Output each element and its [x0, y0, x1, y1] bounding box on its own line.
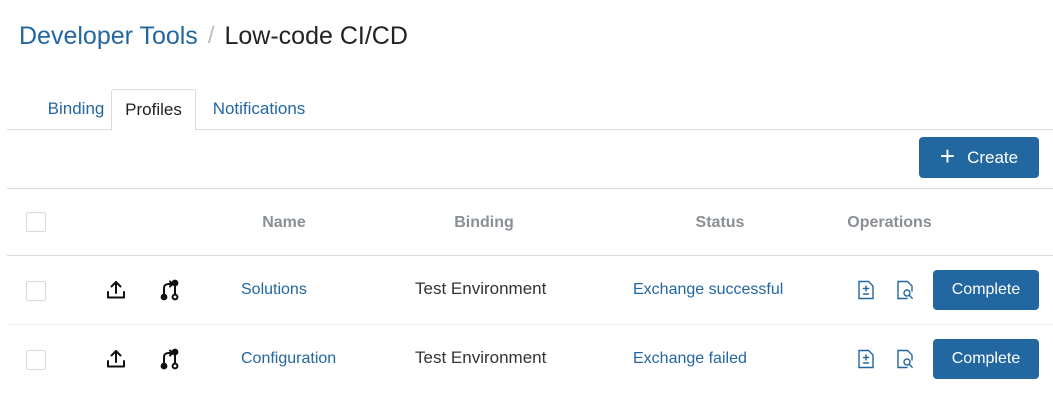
binding-value: Test Environment	[415, 279, 547, 298]
document-search-icon[interactable]	[894, 279, 916, 301]
column-header-status[interactable]: Status	[670, 189, 770, 256]
profile-name-link[interactable]: Solutions	[241, 256, 307, 324]
plus-icon: +	[939, 141, 956, 171]
table-row: Configuration Test Environment Exchange …	[7, 324, 1053, 392]
profile-name-link[interactable]: Configuration	[241, 325, 336, 393]
select-all-checkbox[interactable]	[26, 212, 46, 232]
breadcrumb-parent-link[interactable]: Developer Tools	[19, 22, 198, 51]
tab-notifications[interactable]: Notifications	[196, 89, 322, 130]
document-diff-icon[interactable]	[855, 279, 877, 301]
git-branch-icon[interactable]	[158, 278, 182, 302]
tab-profiles[interactable]: Profiles	[111, 89, 196, 131]
profiles-table: Name Binding Status Operations Solutions…	[7, 188, 1053, 392]
document-diff-icon[interactable]	[855, 348, 877, 370]
git-branch-icon[interactable]	[158, 347, 182, 371]
create-button[interactable]: + Create	[919, 137, 1039, 178]
row-checkbox[interactable]	[26, 281, 46, 301]
breadcrumb: Developer Tools / Low-code CI/CD	[19, 19, 408, 53]
table-row: Solutions Test Environment Exchange succ…	[7, 256, 1053, 324]
binding-value: Test Environment	[415, 348, 547, 367]
complete-button[interactable]: Complete	[933, 339, 1039, 379]
document-search-icon[interactable]	[894, 348, 916, 370]
column-header-operations: Operations	[847, 214, 932, 231]
status-value: Exchange successful	[633, 281, 784, 298]
page-title: Low-code CI/CD	[224, 21, 408, 50]
status-value: Exchange failed	[633, 350, 747, 367]
column-header-name[interactable]: Name	[234, 189, 334, 256]
complete-button[interactable]: Complete	[933, 270, 1039, 310]
upload-icon[interactable]	[104, 278, 128, 302]
column-header-binding[interactable]: Binding	[434, 189, 534, 256]
create-button-label: Create	[967, 147, 1019, 167]
table-header: Name Binding Status Operations	[7, 188, 1053, 256]
breadcrumb-separator: /	[207, 22, 215, 49]
upload-icon[interactable]	[104, 347, 128, 371]
tab-bar: Binding Profiles Notifications	[7, 89, 1053, 131]
row-checkbox[interactable]	[26, 350, 46, 370]
